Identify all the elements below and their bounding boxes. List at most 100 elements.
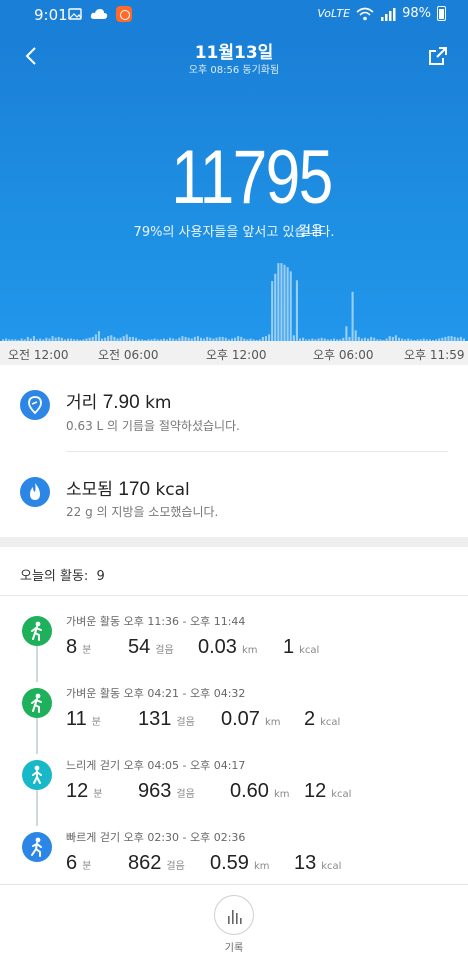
minutes-value: 6 bbox=[66, 852, 78, 874]
activity-label: 빠르게 걷기 오후 02:30 - 오후 02:36 bbox=[66, 831, 246, 844]
calorie-unit: kcal bbox=[155, 480, 190, 500]
distance-sub: 0.63 L 의 기름을 절약하셨습니다. bbox=[66, 419, 240, 433]
rank-text: 79%의 사용자들을 앞서고 있습니다. bbox=[133, 225, 335, 240]
slow-walk-icon bbox=[22, 760, 52, 790]
wifi-icon bbox=[356, 7, 374, 20]
activity-kcal: 13 kcal bbox=[294, 852, 341, 875]
axis-label-start: 오전 12:00 bbox=[8, 348, 69, 362]
status-left-icons bbox=[68, 6, 132, 22]
image-icon bbox=[68, 8, 82, 20]
axis-label-noon: 오후 12:00 bbox=[206, 348, 267, 362]
activity-kcal: 1 kcal bbox=[283, 636, 319, 659]
activity-distance: 0.59 km bbox=[210, 852, 269, 875]
activity-item[interactable]: 가벼운 활동 오후 11:36 - 오후 11:44 8분 54 걸음 0.03 k… bbox=[0, 602, 468, 674]
kcal-unit: kcal bbox=[321, 861, 342, 872]
minutes-value: 11 bbox=[66, 708, 87, 730]
histogram-bar bbox=[289, 271, 292, 341]
share-icon[interactable] bbox=[426, 44, 450, 68]
distance-value: 0.59 bbox=[210, 852, 249, 874]
activity-label: 느리게 걷기 오후 04:05 - 오후 04:17 bbox=[66, 759, 246, 772]
records-button[interactable] bbox=[214, 895, 254, 935]
histogram-bar bbox=[283, 264, 286, 341]
activities-count: 9 bbox=[96, 569, 105, 584]
activity-item[interactable]: 느리게 걷기 오후 04:05 - 오후 04:17 12 분 963 걸음 0.6… bbox=[0, 746, 468, 818]
activity-label: 가벼운 활동 오후 04:21 - 오후 04:32 bbox=[66, 687, 246, 700]
activity-minutes: 8분 bbox=[66, 636, 91, 659]
app-notification-icon bbox=[116, 6, 132, 22]
histogram-bar bbox=[274, 273, 277, 341]
axis-label-6pm: 오후 06:00 bbox=[313, 348, 374, 362]
activity-minutes: 11 분 bbox=[66, 708, 101, 731]
activities-header: 오늘의 활동: 9 bbox=[20, 565, 105, 584]
activity-item[interactable]: 빠르게 걷기 오후 02:30 - 오후 02:36 6분 862 걸음 0.59… bbox=[0, 818, 468, 890]
calorie-title: 소모됨 170 kcal bbox=[66, 475, 190, 501]
kcal-value: 12 bbox=[304, 780, 327, 802]
calorie-value: 170 bbox=[118, 479, 151, 500]
activity-values: 11 분 131 걸음 0.07 km 2 kcal bbox=[66, 705, 456, 731]
histogram-bar bbox=[286, 267, 289, 341]
time-axis: 오전 12:00 오전 06:00 오후 12:00 오후 06:00 오후 1… bbox=[0, 341, 468, 365]
steps-summary: 11월13일 오후 08:56 동기화됨 11795 걸음 79%의 사용자들을… bbox=[0, 30, 468, 341]
stats-card: 거리 7.90 km 0.63 L 의 기름을 절약하셨습니다. 소모됨 170… bbox=[0, 365, 468, 537]
activity-kcal: 2 kcal bbox=[304, 708, 340, 731]
activity-item[interactable]: 가벼운 활동 오후 04:21 - 오후 04:32 11 분 131 걸음 0.0… bbox=[0, 674, 468, 746]
distance-value: 0.07 bbox=[221, 708, 260, 730]
activity-values: 12 분 963 걸음 0.60 km 12 kcal bbox=[66, 777, 456, 803]
activity-steps: 54 걸음 bbox=[128, 636, 174, 659]
section-gap bbox=[0, 537, 468, 547]
steps-value: 862 bbox=[128, 852, 162, 874]
page-title: 11월13일 bbox=[194, 43, 274, 63]
calorie-label: 소모됨 bbox=[66, 480, 113, 500]
battery-icon bbox=[437, 6, 446, 21]
activity-steps: 131 걸음 bbox=[138, 708, 195, 731]
distance-unit: km bbox=[273, 789, 290, 800]
activity-steps: 963 걸음 bbox=[138, 780, 195, 803]
steps-unit: 걸음 bbox=[155, 645, 174, 656]
kcal-unit: kcal bbox=[331, 789, 352, 800]
distance-unit: km bbox=[145, 393, 172, 413]
minutes-value: 12 bbox=[66, 780, 89, 802]
activity-label: 가벼운 활동 오후 11:36 - 오후 11:44 bbox=[66, 615, 246, 628]
stats-divider bbox=[66, 451, 448, 452]
kcal-value: 2 bbox=[304, 708, 316, 730]
histogram-bar bbox=[351, 291, 354, 341]
brisk-walk-icon bbox=[22, 832, 52, 862]
activity-distance: 0.03 km bbox=[198, 636, 257, 659]
steps-value: 54 bbox=[128, 636, 151, 658]
records-label: 기록 bbox=[224, 943, 244, 954]
calorie-flame-icon bbox=[20, 477, 50, 507]
distance-pin-icon bbox=[20, 390, 50, 420]
histogram-bar bbox=[97, 331, 100, 341]
axis-label-end: 오후 11:59 bbox=[404, 348, 465, 362]
kcal-value: 1 bbox=[283, 636, 295, 658]
minutes-unit: 분 bbox=[91, 717, 101, 728]
distance-title: 거리 7.90 km bbox=[66, 388, 171, 414]
distance-label: 거리 bbox=[66, 393, 98, 413]
distance-value: 7.90 bbox=[102, 392, 140, 413]
activities-label: 오늘의 활동: bbox=[20, 569, 89, 584]
activity-values: 6분 862 걸음 0.59 km 13 kcal bbox=[66, 849, 456, 875]
kcal-unit: kcal bbox=[299, 645, 320, 656]
distance-unit: km bbox=[253, 861, 270, 872]
bottom-nav: 기록 bbox=[0, 884, 468, 960]
status-bar: 9:01 VoLTE 98% bbox=[0, 0, 468, 30]
minutes-unit: 분 bbox=[82, 645, 92, 656]
signal-icon bbox=[381, 7, 396, 21]
minutes-value: 8 bbox=[66, 636, 78, 658]
kcal-value: 13 bbox=[294, 852, 317, 874]
volte-indicator: VoLTE bbox=[317, 7, 351, 20]
distance-unit: km bbox=[241, 645, 258, 656]
distance-value: 0.60 bbox=[230, 780, 269, 802]
light-activity-icon bbox=[22, 688, 52, 718]
light-activity-icon bbox=[22, 616, 52, 646]
activity-distance: 0.07 km bbox=[221, 708, 280, 731]
minutes-unit: 분 bbox=[93, 789, 103, 800]
sync-status: 오후 08:56 동기화됨 bbox=[188, 65, 280, 76]
activity-values: 8분 54 걸음 0.03 km 1 kcal bbox=[66, 633, 456, 659]
histogram-bar bbox=[354, 330, 357, 341]
status-right-icons: VoLTE 98% bbox=[317, 6, 446, 21]
steps-unit: 걸음 bbox=[176, 789, 195, 800]
activities-divider bbox=[0, 595, 468, 596]
kcal-unit: kcal bbox=[320, 717, 341, 728]
histogram-bar bbox=[280, 263, 283, 341]
